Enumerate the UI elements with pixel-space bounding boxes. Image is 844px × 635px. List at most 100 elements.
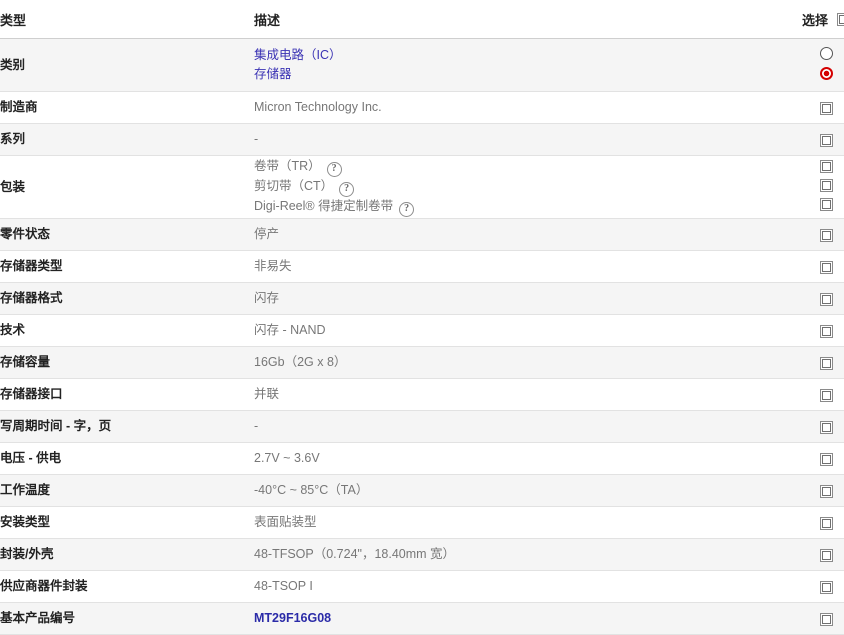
table-row: 存储器类型 非易失: [0, 250, 844, 283]
row-select-checkbox[interactable]: [820, 101, 833, 115]
row-select-cell: [802, 219, 844, 251]
row-select-checkbox[interactable]: [820, 516, 833, 530]
row-select-checkbox[interactable]: [820, 324, 833, 338]
packaging-option: 卷带（TR）?: [254, 157, 802, 177]
row-select-checkbox[interactable]: [820, 260, 833, 274]
attribute-label: 写周期时间 - 字，页: [0, 419, 112, 434]
attribute-value: 16Gb（2G x 8）: [254, 347, 802, 379]
row-select-checkbox[interactable]: [820, 420, 833, 434]
attribute-label: 存储器类型: [0, 259, 63, 274]
attribute-value-text: 闪存 - NAND: [254, 322, 326, 337]
attribute-value: 并联: [254, 379, 802, 411]
category-radio-selected[interactable]: [820, 67, 833, 80]
attribute-label: 基本产品编号: [0, 611, 76, 626]
attribute-value: -40°C ~ 85°C（TA）: [254, 475, 802, 507]
row-select-checkbox[interactable]: [820, 292, 833, 306]
attribute-value-text: 并联: [254, 386, 280, 401]
attribute-value-text: 2.7V ~ 3.6V: [254, 450, 320, 465]
column-header-select: 选择: [802, 0, 844, 39]
row-select-checkbox[interactable]: [820, 484, 833, 498]
attribute-value: -: [254, 124, 802, 156]
table-header: 类型 描述 选择: [0, 0, 844, 39]
product-attributes-table: 类型 描述 选择 类别 集成电路（IC） 存储器制造商 Micron Technolo…: [0, 0, 844, 635]
attribute-value-text: -: [254, 418, 259, 433]
category-link[interactable]: 存储器: [254, 65, 802, 84]
attribute-value: Micron Technology Inc.: [254, 92, 802, 124]
attribute-label: 存储器格式: [0, 291, 63, 306]
table-row: 基本产品编号 MT29F16G08: [0, 602, 844, 635]
table-row: 包装 卷带（TR）? 剪切带（CT）? Digi-Reel® 得捷定制卷带?: [0, 155, 844, 219]
row-select-cell: [802, 475, 844, 507]
row-select-checkbox[interactable]: [820, 612, 833, 626]
attribute-value: 停产: [254, 219, 802, 251]
category-link[interactable]: 集成电路（IC）: [254, 46, 802, 65]
table-row: 存储器格式 闪存: [0, 282, 844, 315]
table-row: 系列 -: [0, 123, 844, 156]
base-product-number-link[interactable]: MT29F16G08: [254, 611, 331, 625]
help-icon[interactable]: ?: [326, 162, 342, 177]
attribute-label: 工作温度: [0, 483, 51, 498]
packaging-option-checkbox[interactable]: [820, 198, 833, 211]
packaging-option-label: Digi-Reel® 得捷定制卷带: [254, 199, 394, 213]
help-icon[interactable]: ?: [399, 202, 415, 217]
category-radio-unselected[interactable]: [820, 47, 833, 60]
attribute-value: 48-TFSOP（0.724"，18.40mm 宽）: [254, 539, 802, 571]
row-select-checkbox[interactable]: [820, 580, 833, 594]
row-select-cell: [802, 251, 844, 283]
attribute-label: 制造商: [0, 100, 38, 115]
attribute-label: 零件状态: [0, 227, 51, 242]
attribute-value-text: 48-TFSOP（0.724"，18.40mm 宽）: [254, 546, 456, 561]
attribute-label: 存储容量: [0, 355, 51, 370]
attribute-value-text: 闪存: [254, 290, 280, 305]
attribute-value: 闪存: [254, 283, 802, 315]
attribute-label: 电压 - 供电: [0, 451, 62, 466]
attribute-value: 非易失: [254, 251, 802, 283]
attribute-value: 表面贴装型: [254, 507, 802, 539]
select-all-checkbox[interactable]: [837, 12, 844, 26]
row-select-cell: [802, 379, 844, 411]
packaging-option: Digi-Reel® 得捷定制卷带?: [254, 197, 802, 217]
row-select-checkbox[interactable]: [820, 388, 833, 402]
table-row: 存储容量 16Gb（2G x 8）: [0, 346, 844, 379]
packaging-option-checkbox[interactable]: [820, 160, 833, 173]
attribute-label: 存储器接口: [0, 387, 63, 402]
attribute-value-text: -: [254, 131, 259, 146]
help-icon[interactable]: ?: [339, 182, 355, 197]
row-select-checkbox[interactable]: [820, 133, 833, 147]
table-row: 写周期时间 - 字，页 -: [0, 410, 844, 443]
packaging-option-label: 卷带（TR）: [254, 159, 321, 173]
attribute-value: -: [254, 411, 802, 443]
attribute-value: 2.7V ~ 3.6V: [254, 443, 802, 475]
table-row: 工作温度 -40°C ~ 85°C（TA）: [0, 474, 844, 507]
row-select-checkbox[interactable]: [820, 452, 833, 466]
row-select-checkbox[interactable]: [820, 548, 833, 562]
attribute-label: 类别: [0, 57, 26, 72]
row-select-checkbox[interactable]: [820, 228, 833, 242]
attribute-value: 48-TSOP I: [254, 571, 802, 603]
row-select-cell: [802, 39, 844, 92]
attribute-label: 安装类型: [0, 515, 51, 530]
table-row: 零件状态 停产: [0, 218, 844, 251]
table-body: 类别 集成电路（IC） 存储器制造商 Micron Technology Inc. 系列…: [0, 38, 844, 635]
attribute-label: 技术: [0, 323, 26, 338]
attribute-label: 供应商器件封装: [0, 579, 88, 594]
column-header-select-label: 选择: [802, 12, 829, 28]
attribute-label: 包装: [0, 179, 26, 194]
column-header-type: 类型: [0, 0, 254, 39]
table-row: 供应商器件封装 48-TSOP I: [0, 570, 844, 603]
packaging-option-checkbox[interactable]: [820, 179, 833, 192]
attribute-label: 封装/外壳: [0, 547, 54, 562]
row-select-cell: [802, 92, 844, 124]
row-select-cell: [802, 603, 844, 635]
table-row: 制造商 Micron Technology Inc.: [0, 91, 844, 124]
row-select-cell: [802, 507, 844, 539]
row-select-checkbox[interactable]: [820, 356, 833, 370]
row-select-cell: [802, 347, 844, 379]
attribute-value: 卷带（TR）? 剪切带（CT）? Digi-Reel® 得捷定制卷带?: [254, 156, 802, 219]
table-row: 安装类型 表面贴装型: [0, 506, 844, 539]
attribute-value-text: 表面贴装型: [254, 514, 317, 529]
attribute-value: MT29F16G08: [254, 603, 802, 635]
attribute-value: 闪存 - NAND: [254, 315, 802, 347]
table-row: 存储器接口 并联: [0, 378, 844, 411]
table-row: 封装/外壳 48-TFSOP（0.724"，18.40mm 宽）: [0, 538, 844, 571]
